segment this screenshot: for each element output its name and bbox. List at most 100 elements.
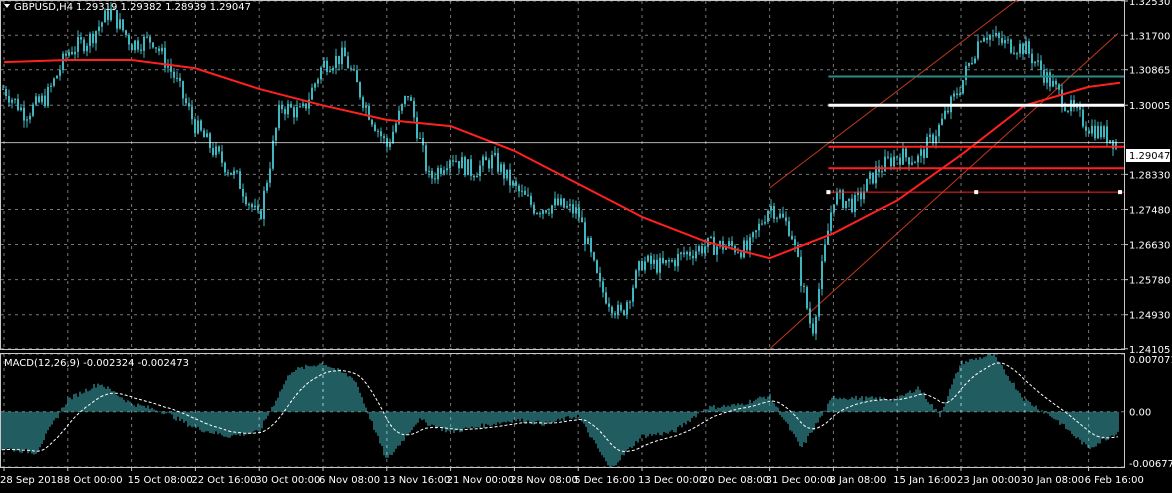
candle-body bbox=[464, 156, 466, 176]
candle-body bbox=[344, 47, 346, 57]
candle-body bbox=[650, 255, 652, 264]
candle-body bbox=[803, 285, 805, 288]
candle-body bbox=[653, 259, 655, 264]
candle-body bbox=[404, 96, 406, 105]
candle-body bbox=[944, 110, 946, 119]
candle-body bbox=[140, 49, 142, 51]
candle-body bbox=[917, 155, 919, 163]
candle-body bbox=[674, 260, 676, 267]
time-tick-label: 13 Nov 16:00 bbox=[383, 475, 450, 486]
candle-body bbox=[455, 161, 457, 163]
candle-body bbox=[560, 198, 562, 205]
candle-body bbox=[437, 167, 439, 180]
level-handle[interactable] bbox=[826, 190, 831, 195]
price-tick-label: 1.32530 bbox=[1129, 0, 1170, 8]
candle-body bbox=[158, 48, 160, 52]
candle-body bbox=[1064, 107, 1066, 111]
candle-body bbox=[488, 160, 490, 169]
candle-body bbox=[182, 81, 184, 99]
candle-body bbox=[956, 93, 958, 96]
candle-body bbox=[614, 313, 616, 316]
candle-body bbox=[26, 119, 28, 121]
candle-body bbox=[698, 246, 700, 252]
candle-body bbox=[737, 252, 739, 254]
level-handle[interactable] bbox=[974, 190, 979, 195]
candle-body bbox=[782, 213, 784, 218]
candle-body bbox=[506, 169, 508, 179]
candle-body bbox=[62, 53, 64, 71]
candle-body bbox=[686, 251, 688, 255]
candle-body bbox=[320, 67, 322, 80]
candle-body bbox=[656, 259, 658, 273]
level-handle[interactable] bbox=[1118, 190, 1122, 195]
candle-body bbox=[419, 137, 421, 139]
candle-body bbox=[269, 168, 271, 183]
candle-body bbox=[5, 89, 7, 97]
candle-body bbox=[254, 205, 256, 208]
candle-body bbox=[635, 270, 637, 288]
candle-body bbox=[122, 19, 124, 31]
candle-body bbox=[572, 204, 574, 214]
chart-window[interactable]: 1.32530 1.31700 1.30865 1.30005 1.28330 1.274… bbox=[0, 0, 1172, 489]
candle-body bbox=[695, 251, 697, 259]
candle-body bbox=[8, 96, 10, 103]
candle-body bbox=[554, 198, 556, 206]
candle-body bbox=[1097, 126, 1099, 139]
candle-body bbox=[716, 246, 718, 255]
candle-body bbox=[713, 236, 715, 255]
candle-body bbox=[644, 261, 646, 271]
candle-body bbox=[416, 117, 418, 139]
candle-body bbox=[821, 261, 823, 289]
candle-body bbox=[272, 140, 274, 169]
candle-body bbox=[908, 157, 910, 165]
time-tick-label: 31 Dec 00:00 bbox=[766, 475, 833, 486]
price-tick-label: 1.26630 bbox=[1129, 241, 1170, 252]
candle-body bbox=[200, 120, 202, 131]
candle-body bbox=[623, 310, 625, 315]
candle-body bbox=[353, 69, 355, 71]
candle-body bbox=[953, 93, 955, 97]
candle-body bbox=[224, 162, 226, 173]
candle-body bbox=[20, 107, 22, 111]
candle-body bbox=[962, 80, 964, 94]
candle-body bbox=[806, 287, 808, 309]
time-tick-label: 15 Oct 08:00 bbox=[128, 475, 193, 486]
candle-body bbox=[374, 124, 376, 132]
candle-body bbox=[776, 217, 778, 219]
candle-body bbox=[434, 178, 436, 180]
candle-body bbox=[749, 237, 751, 251]
time-tick-label: 13 Dec 00:00 bbox=[638, 475, 705, 486]
candle-body bbox=[1022, 43, 1024, 55]
chart-canvas[interactable]: 1.32530 1.31700 1.30865 1.30005 1.28330 1.274… bbox=[0, 0, 1172, 489]
candle-body bbox=[974, 58, 976, 63]
candle-body bbox=[818, 288, 820, 317]
candle-body bbox=[530, 195, 532, 205]
candle-body bbox=[920, 149, 922, 156]
symbol-label[interactable]: GBPUSD,H4 bbox=[14, 2, 73, 13]
candle-body bbox=[1010, 39, 1012, 53]
candle-body bbox=[473, 175, 475, 178]
candle-body bbox=[701, 246, 703, 254]
candle-body bbox=[350, 68, 352, 70]
candle-body bbox=[500, 164, 502, 172]
candle-body bbox=[761, 223, 763, 225]
candle-body bbox=[491, 154, 493, 169]
candle-body bbox=[587, 238, 589, 245]
candle-body bbox=[179, 77, 181, 82]
candle-body bbox=[959, 93, 961, 96]
candle-body bbox=[77, 37, 79, 52]
candle-body bbox=[299, 106, 301, 108]
candle-body bbox=[485, 156, 487, 161]
candle-body bbox=[137, 40, 139, 50]
candle-body bbox=[41, 95, 43, 103]
candle-body bbox=[767, 210, 769, 222]
candle-body bbox=[11, 99, 13, 103]
candle-body bbox=[407, 96, 409, 98]
price-tick-label: 1.30005 bbox=[1129, 101, 1170, 112]
candle-body bbox=[632, 287, 634, 302]
candle-body bbox=[845, 200, 847, 208]
candle-body bbox=[1100, 126, 1102, 138]
candle-body bbox=[977, 41, 979, 59]
candle-body bbox=[593, 252, 595, 261]
candle-body bbox=[2, 88, 4, 90]
